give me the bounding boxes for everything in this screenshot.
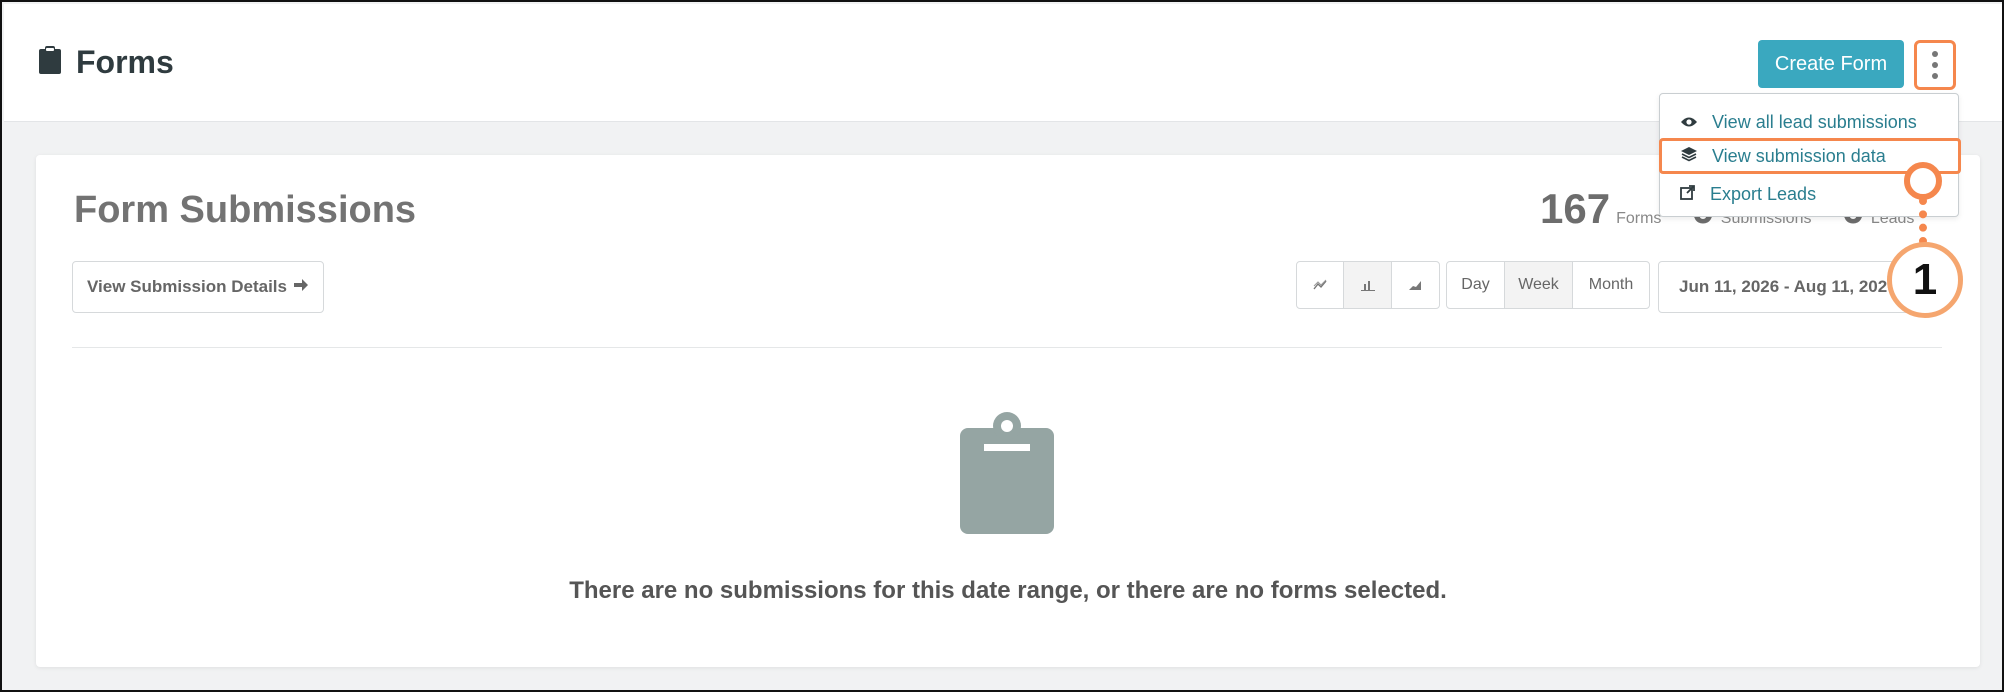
annotation-anchor [1904,162,1942,200]
more-options-menu: View all lead submissions View submissio… [1659,93,1961,217]
details-button-label: View Submission Details [87,277,287,296]
empty-state-message: There are no submissions for this date r… [569,577,1447,604]
period-week-button[interactable]: Week [1505,262,1573,308]
kebab-dot-icon [1932,51,1938,57]
card-title: Form Submissions [74,189,417,231]
clipboard-icon [38,45,62,80]
page-title: Forms [76,44,174,80]
page-header: Forms [38,44,174,81]
line-chart-icon [1313,279,1327,290]
annotation-connector [1919,197,1927,245]
menu-item-view-all-lead-submissions[interactable]: View all lead submissions [1660,104,1960,140]
divider [72,347,1942,348]
bar-chart-button[interactable] [1344,262,1392,308]
area-chart-button[interactable] [1392,262,1439,308]
view-submission-details-button[interactable]: View Submission Details [72,261,324,313]
empty-clipboard-icon [960,412,1054,539]
more-options-button[interactable] [1914,40,1956,90]
bar-chart-icon [1360,281,1375,291]
date-range-picker[interactable]: Jun 11, 2026 - Aug 11, 2026 [1658,261,1918,313]
menu-item-label: Export Leads [1710,183,1817,204]
forms-label: Forms [1616,210,1662,227]
create-form-button[interactable]: Create Form [1758,40,1904,88]
line-chart-button[interactable] [1297,262,1345,308]
form-submissions-card: Form Submissions 167 Forms 0 Submissions… [36,155,1980,667]
export-icon [1680,184,1696,205]
area-chart-icon [1409,281,1422,290]
annotation-badge: 1 [1887,242,1963,318]
menu-item-label: View submission data [1712,145,1886,166]
kebab-dot-icon [1932,73,1938,79]
menu-item-label: View all lead submissions [1712,111,1917,132]
screenshot-frame: Forms Create Form Form Submissions 167 F… [0,0,2004,692]
eye-icon [1680,112,1698,133]
layers-icon [1680,146,1698,167]
kebab-dot-icon [1932,62,1938,68]
arrow-right-icon [293,277,309,297]
forms-count: 167 [1540,185,1611,232]
chart-type-toggle [1296,261,1440,309]
period-month-button[interactable]: Month [1573,262,1649,308]
period-day-button[interactable]: Day [1447,262,1505,308]
period-toggle: Day Week Month [1446,261,1650,309]
